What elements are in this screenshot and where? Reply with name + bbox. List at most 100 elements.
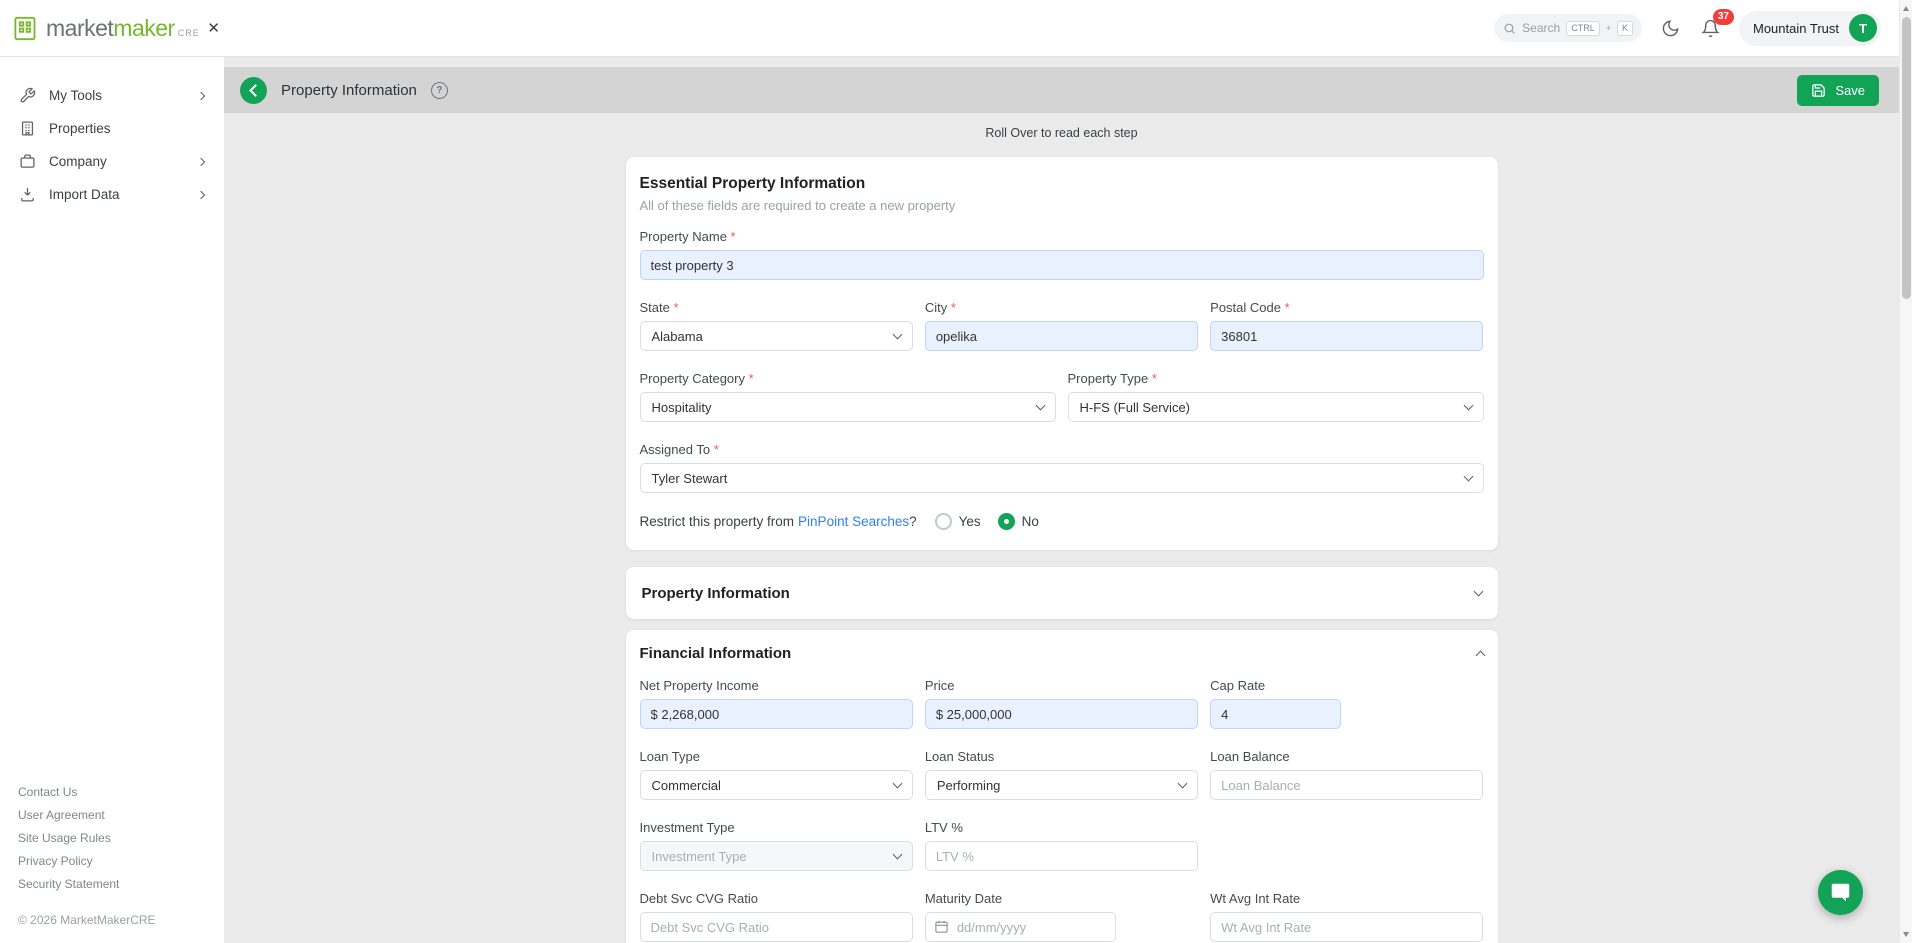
import-icon	[19, 186, 36, 203]
chat-widget-button[interactable]	[1818, 870, 1863, 915]
wt-avg-int-rate-input[interactable]	[1210, 912, 1483, 942]
close-menu-icon[interactable]: ✕	[203, 17, 224, 40]
city-label: City	[925, 300, 1198, 315]
help-icon[interactable]: ?	[431, 82, 448, 99]
search-input[interactable]: Search CTRL + K	[1494, 14, 1642, 42]
financial-section-header[interactable]: Financial Information	[640, 645, 1484, 662]
ltv-label: LTV %	[925, 820, 1198, 835]
logo-text-market: market	[46, 15, 113, 42]
scrollbar-up-arrow[interactable]	[1900, 2, 1912, 15]
loan-type-select[interactable]: Commercial	[640, 770, 913, 800]
kbd-ctrl: CTRL	[1566, 21, 1600, 36]
price-input[interactable]	[925, 699, 1198, 729]
chevron-down-icon	[892, 330, 902, 340]
restrict-yes-radio[interactable]	[935, 513, 952, 530]
avatar: T	[1849, 14, 1877, 42]
triangle-up-icon	[1903, 6, 1909, 11]
logo-building-icon	[12, 15, 39, 42]
sidebar-item-label: Import Data	[49, 187, 185, 202]
wt-avg-int-rate-label: Wt Avg Int Rate	[1210, 891, 1483, 906]
account-name: Mountain Trust	[1753, 21, 1839, 36]
logo-area: marketmakerCRE ✕	[12, 15, 224, 42]
sidebar-item-import-data[interactable]: Import Data	[0, 178, 224, 211]
triangle-down-icon	[1903, 932, 1909, 937]
maturity-date-label: Maturity Date	[925, 891, 1198, 906]
footer-link-contact-us[interactable]: Contact Us	[18, 785, 206, 799]
postal-code-input[interactable]	[1210, 321, 1483, 351]
form-row: Loan Type Commercial Loan Status Perform…	[640, 749, 1484, 800]
cap-rate-input[interactable]	[1210, 699, 1341, 729]
page-title: Property Information	[281, 82, 417, 99]
form-row: Property Category Hospitality Property T…	[640, 371, 1484, 422]
footer-link-user-agreement[interactable]: User Agreement	[18, 808, 206, 822]
footer-link-site-usage-rules[interactable]: Site Usage Rules	[18, 831, 206, 845]
loan-type-value: Commercial	[652, 778, 721, 793]
financial-information-card: Financial Information Net Property Incom…	[626, 630, 1498, 943]
field-ltv: LTV %	[925, 820, 1198, 871]
field-assigned-to: Assigned To Tyler Stewart	[640, 442, 1484, 493]
property-name-input[interactable]	[640, 250, 1484, 280]
essential-property-card: Essential Property Information All of th…	[626, 157, 1498, 550]
pinpoint-searches-link[interactable]: PinPoint Searches	[798, 514, 909, 529]
search-placeholder: Search	[1522, 21, 1560, 35]
loan-status-select[interactable]: Performing	[925, 770, 1198, 800]
account-menu-button[interactable]: Mountain Trust T	[1739, 11, 1881, 46]
property-category-label: Property Category	[640, 371, 1056, 386]
state-select-value: Alabama	[652, 329, 703, 344]
ltv-input[interactable]	[925, 841, 1198, 871]
property-information-section-header[interactable]: Property Information	[626, 567, 1498, 619]
postal-code-label: Postal Code	[1210, 300, 1483, 315]
sidebar: My Tools Properties Company	[0, 57, 224, 943]
sidebar-item-properties[interactable]: Properties	[0, 112, 224, 145]
chevron-down-icon	[892, 779, 902, 789]
field-wt-avg-int-rate: Wt Avg Int Rate	[1210, 891, 1483, 942]
sidebar-item-my-tools[interactable]: My Tools	[0, 79, 224, 112]
city-input[interactable]	[925, 321, 1198, 351]
marketmaker-logo[interactable]: marketmakerCRE	[12, 15, 200, 42]
property-type-select[interactable]: H-FS (Full Service)	[1068, 392, 1484, 422]
save-label: Save	[1835, 83, 1865, 98]
restrict-no-radio[interactable]	[998, 513, 1015, 530]
notifications-button[interactable]: 37	[1699, 17, 1722, 40]
loan-balance-input[interactable]	[1210, 770, 1483, 800]
footer-link-privacy-policy[interactable]: Privacy Policy	[18, 854, 206, 868]
assigned-to-label: Assigned To	[640, 442, 1484, 457]
main-scroll-region[interactable]: Roll Over to read each step Essential Pr…	[224, 113, 1899, 943]
loan-type-label: Loan Type	[640, 749, 913, 764]
property-type-value: H-FS (Full Service)	[1080, 400, 1191, 415]
dark-mode-toggle[interactable]	[1659, 17, 1682, 40]
footer-link-security-statement[interactable]: Security Statement	[18, 877, 206, 891]
assigned-to-select[interactable]: Tyler Stewart	[640, 463, 1484, 493]
restrict-text: Restrict this property from	[640, 514, 795, 529]
moon-icon	[1661, 19, 1680, 38]
logo-text: marketmakerCRE	[46, 15, 200, 42]
field-property-name: Property Name	[640, 229, 1484, 280]
scrollbar-thumb[interactable]	[1902, 17, 1911, 299]
form-row: Net Property Income Price Cap Rate	[640, 678, 1484, 729]
chevron-down-icon	[1463, 401, 1473, 411]
scrollbar-down-arrow[interactable]	[1900, 928, 1912, 941]
essential-card-subtitle: All of these fields are required to crea…	[640, 198, 1484, 213]
maturity-date-input[interactable]	[925, 912, 1116, 942]
property-category-select[interactable]: Hospitality	[640, 392, 1056, 422]
sidebar-item-label: My Tools	[49, 88, 185, 103]
chevron-right-icon	[197, 190, 205, 198]
field-cap-rate: Cap Rate	[1210, 678, 1483, 729]
copyright: © 2026 MarketMakerCRE	[18, 913, 206, 927]
net-property-income-input[interactable]	[640, 699, 913, 729]
save-button[interactable]: Save	[1797, 75, 1879, 106]
state-select[interactable]: Alabama	[640, 321, 913, 351]
notification-badge: 37	[1713, 9, 1734, 25]
sidebar-item-company[interactable]: Company	[0, 145, 224, 178]
field-loan-status: Loan Status Performing	[925, 749, 1198, 800]
debt-svc-cvg-ratio-input[interactable]	[640, 912, 913, 942]
field-city: City	[925, 300, 1198, 351]
chat-bubble-icon	[1830, 882, 1851, 903]
debt-svc-cvg-ratio-label: Debt Svc CVG Ratio	[640, 891, 913, 906]
loan-balance-label: Loan Balance	[1210, 749, 1483, 764]
chevron-down-icon	[1473, 587, 1483, 597]
state-label: State	[640, 300, 913, 315]
investment-type-select[interactable]: Investment Type	[640, 841, 913, 871]
field-maturity-date: Maturity Date	[925, 891, 1198, 942]
back-button[interactable]	[240, 77, 267, 104]
